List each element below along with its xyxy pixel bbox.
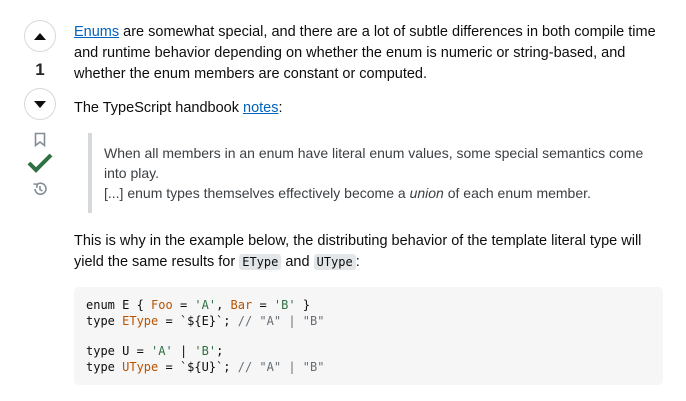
code-token: type — [86, 314, 123, 328]
code-token: 'B' — [194, 344, 217, 358]
caret-down-icon — [34, 100, 46, 108]
code-line-3: type U = 'A' | 'B'; — [86, 343, 651, 359]
vote-column: 1 — [20, 20, 60, 197]
caret-up-icon — [34, 32, 46, 40]
example-text-2: and — [281, 254, 314, 270]
upvote-button[interactable] — [24, 20, 56, 52]
code-token: , — [216, 298, 231, 312]
code-token: ; — [216, 344, 224, 358]
notes-link[interactable]: notes — [243, 100, 278, 116]
code-token: type U = — [86, 344, 152, 358]
code-token: `${U}` — [179, 360, 224, 374]
code-token: = — [172, 298, 195, 312]
inline-code-etype: EType — [239, 254, 282, 270]
code-token: ; — [223, 360, 238, 374]
quote-line-2-prefix: [...] enum types themselves effectively … — [104, 185, 410, 201]
handbook-prefix: The TypeScript handbook — [74, 100, 244, 116]
code-token: ; — [223, 314, 238, 328]
history-button[interactable] — [32, 181, 48, 197]
code-token: UType — [122, 360, 159, 374]
answer-body: Enums are somewhat special, and there ar… — [74, 22, 666, 385]
paragraph-intro: Enums are somewhat special, and there ar… — [74, 22, 666, 85]
quote-emphasis: union — [409, 185, 444, 201]
code-token: type — [86, 360, 123, 374]
bookmark-icon — [34, 132, 46, 147]
code-token: enum E { — [86, 298, 152, 312]
code-line-4: type UType = `${U}`; // "A" | "B" — [86, 359, 651, 375]
quote-line-2: [...] enum types themselves effectively … — [104, 183, 666, 203]
enums-link[interactable]: Enums — [74, 24, 119, 40]
example-text-3: : — [355, 254, 360, 270]
handbook-quote: When all members in an enum have literal… — [88, 133, 666, 213]
code-token: EType — [122, 314, 159, 328]
code-token: Foo — [151, 298, 173, 312]
downvote-button[interactable] — [24, 88, 56, 120]
code-token: = — [158, 314, 180, 328]
code-token: 'A' — [151, 344, 173, 358]
check-icon — [27, 153, 53, 173]
code-comment: // "A" | "B" — [237, 360, 325, 374]
quote-line-1: When all members in an enum have literal… — [104, 145, 644, 181]
code-token: = — [252, 298, 274, 312]
accepted-answer-indicator — [27, 153, 53, 173]
code-line-2: type EType = `${E}`; // "A" | "B" — [86, 313, 651, 329]
code-token: 'A' — [194, 298, 217, 312]
history-icon — [33, 182, 47, 195]
code-token: = — [158, 360, 180, 374]
code-token: Bar — [230, 298, 253, 312]
code-comment: // "A" | "B" — [237, 314, 325, 328]
code-block: enum E { Foo = 'A', Bar = 'B' } type ETyp… — [74, 287, 663, 385]
paragraph-example: This is why in the example below, the di… — [74, 231, 666, 273]
handbook-suffix: : — [278, 100, 283, 116]
code-token: `${E}` — [179, 314, 224, 328]
code-token: } — [295, 298, 311, 312]
vote-count: 1 — [35, 60, 45, 79]
inline-code-utype: UType — [313, 254, 356, 270]
code-token: 'B' — [273, 298, 296, 312]
code-token: | — [172, 344, 195, 358]
quote-line-2-suffix: of each enum member. — [443, 185, 591, 201]
intro-text: are somewhat special, and there are a lo… — [74, 24, 656, 82]
code-line-1: enum E { Foo = 'A', Bar = 'B' } — [86, 297, 651, 313]
bookmark-button[interactable] — [34, 132, 46, 147]
paragraph-handbook: The TypeScript handbook notes: — [74, 98, 666, 119]
